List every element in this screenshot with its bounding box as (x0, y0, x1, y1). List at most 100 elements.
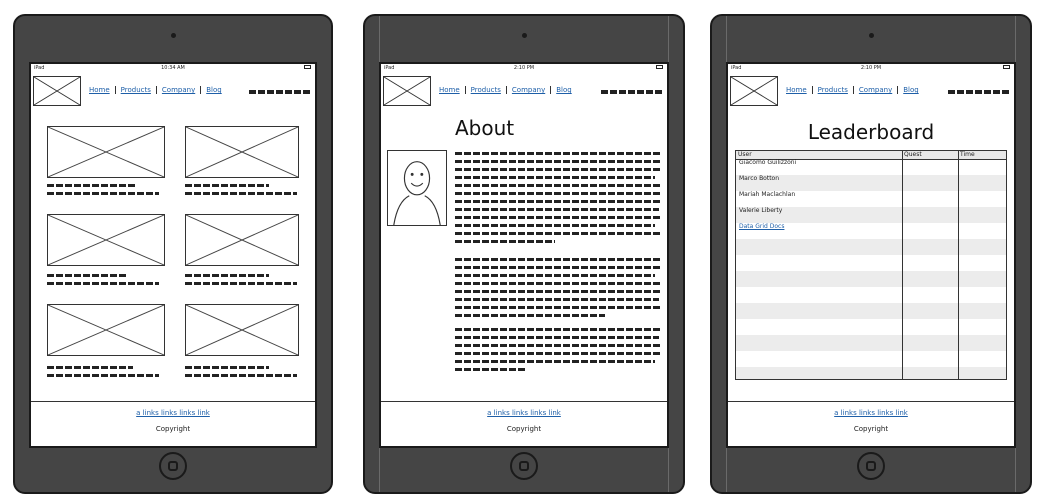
person-portrait-image (387, 150, 447, 226)
product-caption-4b (185, 282, 297, 285)
about-text-line (455, 200, 661, 203)
table-cell-user[interactable]: Marco Botton (739, 171, 779, 187)
product-caption-3 (47, 274, 127, 277)
footer-copyright: Copyright (853, 425, 889, 433)
nav-products-link[interactable]: Products (813, 86, 854, 94)
about-text-line (455, 192, 661, 195)
data-grid-docs-link[interactable]: Data Grid Docs (739, 219, 784, 235)
about-text-line (455, 328, 661, 331)
header-scribble-text (948, 90, 1010, 94)
about-text-line (455, 360, 655, 363)
page-title: About (455, 116, 515, 140)
main-nav: Home Products Company Blog (89, 86, 227, 94)
about-text-line (455, 282, 661, 285)
footer-copyright: Copyright (155, 425, 191, 433)
screen-products: iPad 10:34 AM Home Products Company Blog (29, 62, 317, 448)
about-text-line (455, 184, 661, 187)
nav-home-link[interactable]: Home (89, 86, 116, 94)
home-button[interactable] (510, 452, 538, 480)
page-footer: a links links links link Copyright (381, 401, 667, 446)
about-text-line (455, 336, 659, 339)
tablet-frame-about: iPad 2:10 PM Home Products Company Blog … (363, 14, 685, 494)
about-text-line (455, 290, 661, 293)
table-row (736, 239, 1006, 255)
column-divider (958, 151, 959, 379)
nav-home-link[interactable]: Home (786, 86, 813, 94)
header-scribble-text (601, 90, 663, 94)
table-cell-user[interactable]: Giacomo Guilizzoni (739, 155, 796, 171)
camera-dot (171, 33, 176, 38)
logo-placeholder-image (730, 76, 778, 106)
about-text-line (455, 352, 661, 355)
footer-links[interactable]: a links links links link (728, 409, 1014, 417)
column-header-time[interactable]: Time (958, 151, 975, 159)
tablet-frame-products: iPad 10:34 AM Home Products Company Blog (13, 14, 333, 494)
header-scribble-text (249, 90, 311, 94)
product-caption-2b (185, 192, 297, 195)
logo-placeholder-image (383, 76, 431, 106)
page-header: Home Products Company Blog (381, 72, 667, 110)
footer-links[interactable]: a links links links link (31, 409, 315, 417)
main-nav: Home Products Company Blog (786, 86, 924, 94)
product-caption-3b (47, 282, 159, 285)
nav-products-link[interactable]: Products (466, 86, 507, 94)
about-text-line (455, 168, 661, 171)
product-image-1[interactable] (47, 126, 165, 178)
screen-about: iPad 2:10 PM Home Products Company Blog … (379, 62, 669, 448)
about-text-line (455, 160, 661, 163)
product-image-6[interactable] (185, 304, 299, 356)
product-caption-1b (47, 192, 159, 195)
page-header: Home Products Company Blog (728, 72, 1014, 110)
status-time: 2:10 PM (513, 65, 535, 71)
product-caption-1 (47, 184, 137, 187)
tablet-frame-leaderboard: iPad 2:10 PM Home Products Company Blog … (710, 14, 1032, 494)
product-image-4[interactable] (185, 214, 299, 266)
nav-blog-link[interactable]: Blog (551, 86, 576, 94)
about-text-line (455, 306, 661, 309)
table-row (736, 303, 1006, 319)
about-text-line (455, 258, 661, 261)
nav-company-link[interactable]: Company (507, 86, 552, 94)
page-header: Home Products Company Blog (31, 72, 315, 110)
footer-links[interactable]: a links links links link (381, 409, 667, 417)
home-button[interactable] (159, 452, 187, 480)
column-header-quest[interactable]: Quest (902, 151, 922, 159)
nav-home-link[interactable]: Home (439, 86, 466, 94)
table-row (736, 271, 1006, 287)
table-cell-user[interactable]: Mariah Maclachlan (739, 187, 795, 203)
about-text-line (455, 240, 555, 243)
screen-leaderboard: iPad 2:10 PM Home Products Company Blog … (726, 62, 1016, 448)
table-row (736, 367, 1006, 379)
about-text-line (455, 224, 655, 227)
nav-blog-link[interactable]: Blog (201, 86, 226, 94)
status-bar: iPad 2:10 PM (381, 64, 667, 72)
product-image-3[interactable] (47, 214, 165, 266)
home-button[interactable] (857, 452, 885, 480)
page-title: Leaderboard (807, 120, 935, 144)
about-text-line (455, 314, 605, 317)
status-time: 10:34 AM (161, 65, 185, 71)
about-text-line (455, 208, 659, 211)
camera-dot (522, 33, 527, 38)
about-text-line (455, 344, 661, 347)
nav-company-link[interactable]: Company (854, 86, 899, 94)
footer-copyright: Copyright (506, 425, 542, 433)
product-caption-5b (47, 374, 159, 377)
product-image-5[interactable] (47, 304, 165, 356)
product-caption-6 (185, 366, 269, 369)
nav-blog-link[interactable]: Blog (898, 86, 923, 94)
product-caption-4 (185, 274, 269, 277)
status-bar: iPad 10:34 AM (31, 64, 315, 72)
table-cell-user[interactable]: Valerie Liberty (739, 203, 782, 219)
page-footer: a links links links link Copyright (728, 401, 1014, 446)
nav-products-link[interactable]: Products (116, 86, 157, 94)
product-caption-2 (185, 184, 269, 187)
nav-company-link[interactable]: Company (157, 86, 202, 94)
battery-icon (1003, 65, 1010, 69)
about-text-line (455, 298, 659, 301)
battery-icon (656, 65, 663, 69)
about-text-line (455, 216, 661, 219)
leaderboard-data-grid[interactable]: User Quest Time Giacomo Guilizzoni Marco… (735, 150, 1007, 380)
product-caption-6b (185, 374, 297, 377)
product-image-2[interactable] (185, 126, 299, 178)
